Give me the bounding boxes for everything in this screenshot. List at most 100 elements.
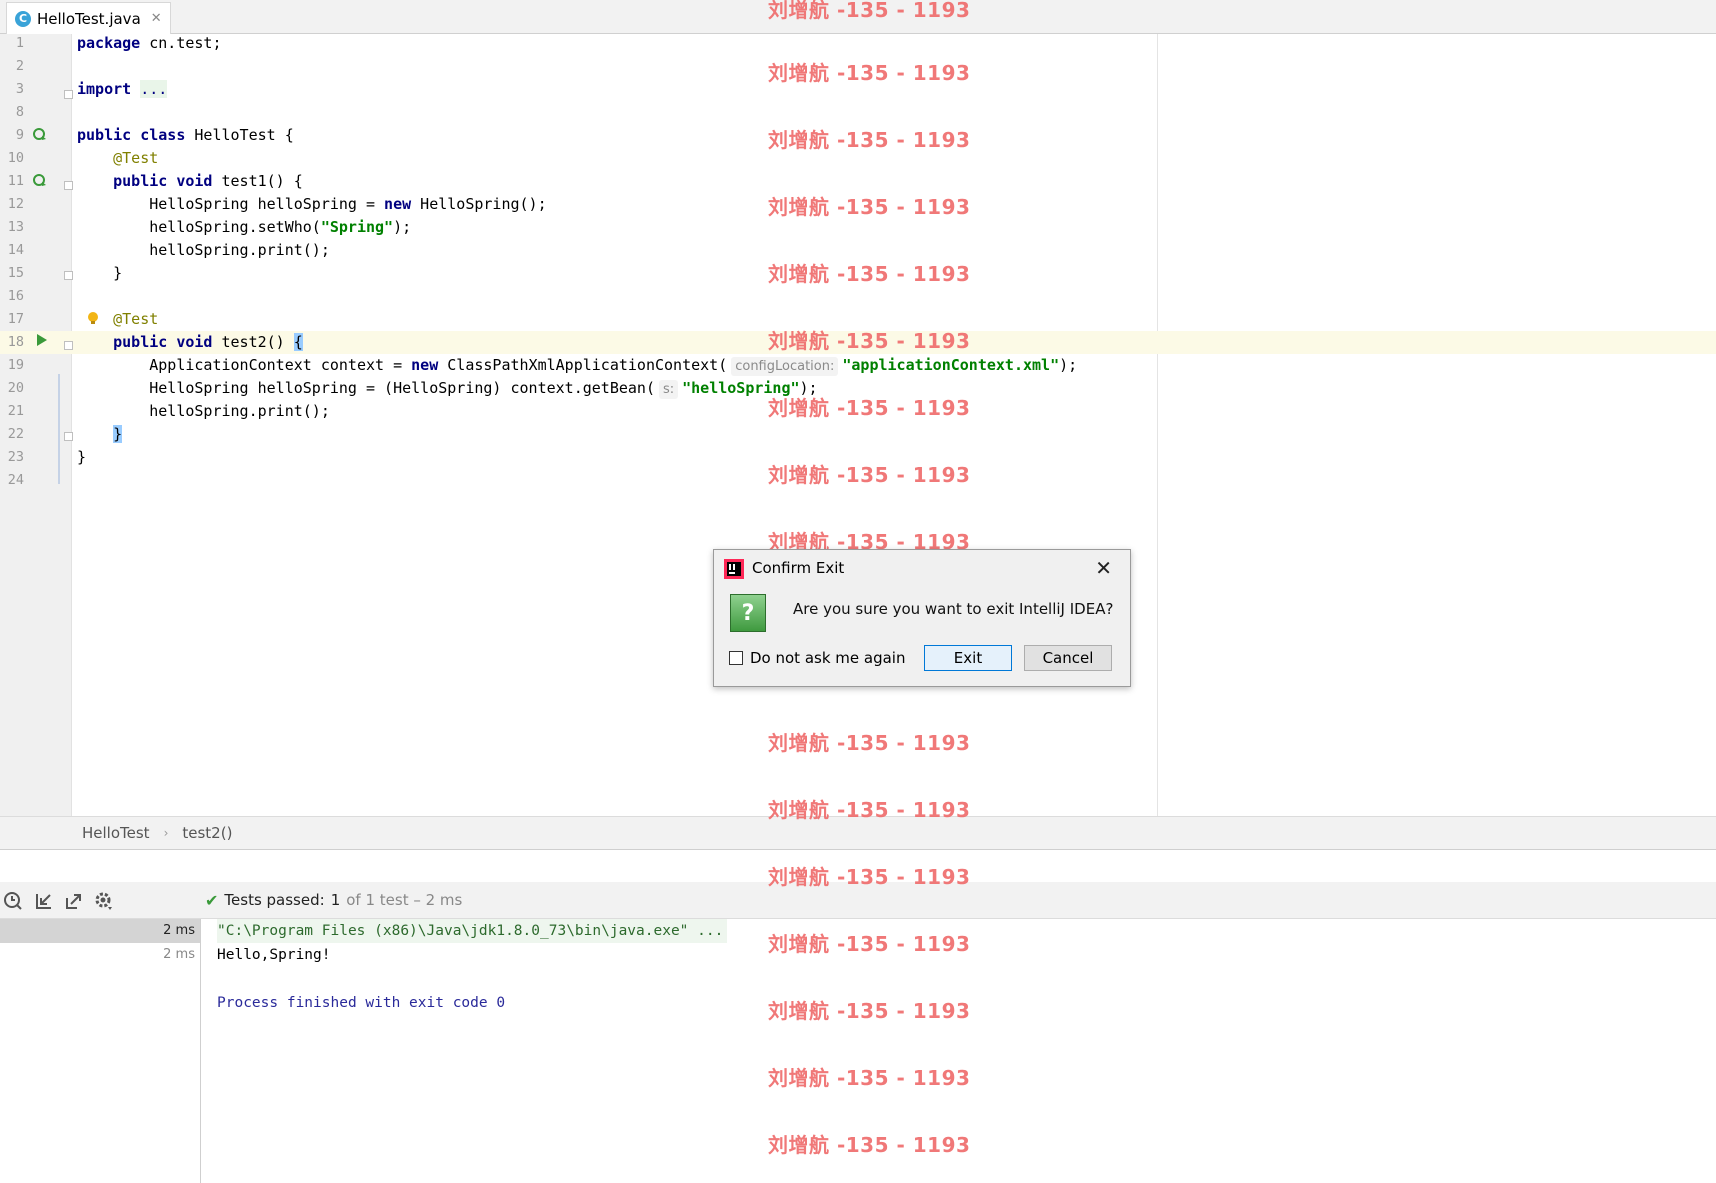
code-line[interactable]: 24 (0, 469, 1716, 492)
code-line[interactable]: 3 import ... (0, 78, 1716, 101)
code-text[interactable]: helloSpring.setWho("Spring"); (77, 216, 411, 239)
tab-hellotest-java[interactable]: C HelloTest.java ✕ (6, 2, 171, 34)
dialog-title-bar[interactable]: Confirm Exit ✕ (714, 550, 1130, 586)
code-line[interactable]: 18 public void test2() { (0, 331, 1716, 354)
code-token: } (77, 264, 123, 282)
run-test-class-icon[interactable] (33, 127, 47, 141)
code-line[interactable]: 14 helloSpring.print(); (0, 239, 1716, 262)
code-line[interactable]: 10 @Test (0, 147, 1716, 170)
code-text[interactable]: public void test2() { (77, 331, 303, 354)
code-text[interactable]: } (77, 262, 122, 285)
tab-label: HelloTest.java (37, 9, 141, 28)
code-token: test1() { (212, 172, 303, 190)
intellij-idea-icon (724, 559, 744, 579)
code-token: helloSpring.print(); (77, 241, 330, 259)
code-line[interactable]: 17 @Test (0, 308, 1716, 331)
fold-test1-marker[interactable] (64, 181, 73, 190)
export-tests-icon[interactable] (63, 890, 85, 912)
line-number: 17 (7, 311, 24, 327)
code-token: helloSpring.print(); (77, 402, 330, 420)
do-not-ask-checkbox[interactable] (729, 651, 743, 665)
settings-gear-icon[interactable] (93, 890, 115, 912)
code-text[interactable]: public class HelloTest { (77, 124, 294, 147)
breadcrumb-method[interactable]: test2() (182, 824, 232, 842)
test-tree-row[interactable]: 2 ms (0, 943, 200, 967)
console-command-line[interactable]: "C:\Program Files (x86)\Java\jdk1.8.0_73… (217, 919, 728, 943)
code-line[interactable]: 21 helloSpring.print(); (0, 400, 1716, 423)
fold-test1-end-marker[interactable] (64, 271, 73, 280)
line-number: 14 (7, 242, 24, 258)
java-class-icon: C (15, 10, 31, 27)
line-number: 24 (7, 472, 24, 488)
do-not-ask-label[interactable]: Do not ask me again (750, 649, 905, 667)
code-token: @Test (113, 310, 159, 328)
fold-test2-marker[interactable] (64, 341, 73, 350)
line-number: 13 (7, 219, 24, 235)
code-editor[interactable]: 1 package cn.test; 2 3 import ... 8 9 public cl… (0, 34, 1716, 816)
history-icon[interactable] (2, 890, 24, 912)
code-token: ); (799, 379, 818, 397)
code-token: HelloSpring helloSpring = (77, 195, 385, 213)
code-line[interactable]: 15 } (0, 262, 1716, 285)
lightbulb-icon[interactable] (86, 311, 100, 325)
exit-button[interactable]: Exit (924, 645, 1012, 671)
code-line[interactable]: 20 HelloSpring helloSpring = (HelloSprin… (0, 377, 1716, 400)
breadcrumb-class[interactable]: HelloTest (82, 824, 150, 842)
code-token: HelloSpring helloSpring = (HelloSpring) … (77, 379, 655, 397)
code-line[interactable]: 12 HelloSpring helloSpring = new HelloSp… (0, 193, 1716, 216)
code-line[interactable]: 22 } (0, 423, 1716, 446)
code-text[interactable]: HelloSpring helloSpring = new HelloSprin… (77, 193, 546, 216)
code-line[interactable]: 9 public class HelloTest { (0, 124, 1716, 147)
code-text[interactable]: } (77, 423, 123, 446)
code-text[interactable]: helloSpring.print(); (77, 239, 330, 262)
code-token: ClassPathXmlApplicationContext( (438, 356, 728, 374)
code-line[interactable]: 16 (0, 285, 1716, 308)
fold-import-marker[interactable] (64, 90, 73, 99)
code-line[interactable]: 1 package cn.test; (0, 32, 1716, 55)
code-line[interactable]: 19 ApplicationContext context = new Clas… (0, 354, 1716, 377)
close-tab-icon[interactable]: ✕ (151, 11, 162, 26)
code-token: public void (113, 172, 213, 190)
test-status: ✔ Tests passed: 1 of 1 test – 2 ms (205, 882, 462, 918)
code-line[interactable]: 23} (0, 446, 1716, 469)
code-token: public class (77, 126, 186, 144)
editor-tab-bar: C HelloTest.java ✕ (0, 0, 1716, 34)
close-icon[interactable]: ✕ (1095, 556, 1112, 580)
code-token: helloSpring.setWho( (77, 218, 321, 236)
cancel-button[interactable]: Cancel (1024, 645, 1112, 671)
code-token: "applicationContext.xml" (842, 356, 1060, 374)
code-line[interactable]: 13 helloSpring.setWho("Spring"); (0, 216, 1716, 239)
run-test-method-icon[interactable] (33, 173, 47, 187)
code-text[interactable]: HelloSpring helloSpring = (HelloSpring) … (77, 377, 818, 400)
code-token: test2() (212, 333, 294, 351)
parameter-hint: s: (658, 380, 679, 399)
line-number: 8 (15, 104, 24, 120)
test-tree-root-row[interactable]: 2 ms (0, 919, 200, 943)
code-token: } (113, 425, 123, 443)
code-text[interactable]: package cn.test; (77, 32, 222, 55)
code-text[interactable]: ApplicationContext context = new ClassPa… (77, 354, 1077, 377)
code-text[interactable]: helloSpring.print(); (77, 400, 330, 423)
code-line[interactable]: 8 (0, 101, 1716, 124)
tests-passed-detail: of 1 test – 2 ms (346, 891, 463, 909)
breadcrumb: HelloTest › test2() (0, 816, 1716, 850)
code-token: package (77, 34, 141, 52)
code-line[interactable]: 2 (0, 55, 1716, 78)
do-not-ask-checkbox-row[interactable]: Do not ask me again (729, 649, 905, 667)
code-token: "helloSpring" (682, 379, 800, 397)
code-token: { (293, 333, 303, 351)
code-token: } (77, 448, 87, 466)
code-text[interactable]: import ... (77, 78, 168, 101)
import-tests-icon[interactable] (33, 890, 55, 912)
code-line[interactable]: 11 public void test1() { (0, 170, 1716, 193)
fold-test2-end-marker[interactable] (64, 432, 73, 441)
code-text[interactable]: public void test1() { (77, 170, 303, 193)
code-text[interactable]: @Test (77, 147, 158, 170)
run-toolbar: ✔ Tests passed: 1 of 1 test – 2 ms (0, 882, 1716, 919)
code-token: HelloTest { (185, 126, 294, 144)
code-text[interactable]: } (77, 446, 86, 469)
run-console[interactable]: "C:\Program Files (x86)\Java\jdk1.8.0_73… (201, 919, 1716, 1183)
run-test2-icon[interactable] (35, 333, 49, 347)
test-duration: 2 ms (163, 923, 195, 938)
